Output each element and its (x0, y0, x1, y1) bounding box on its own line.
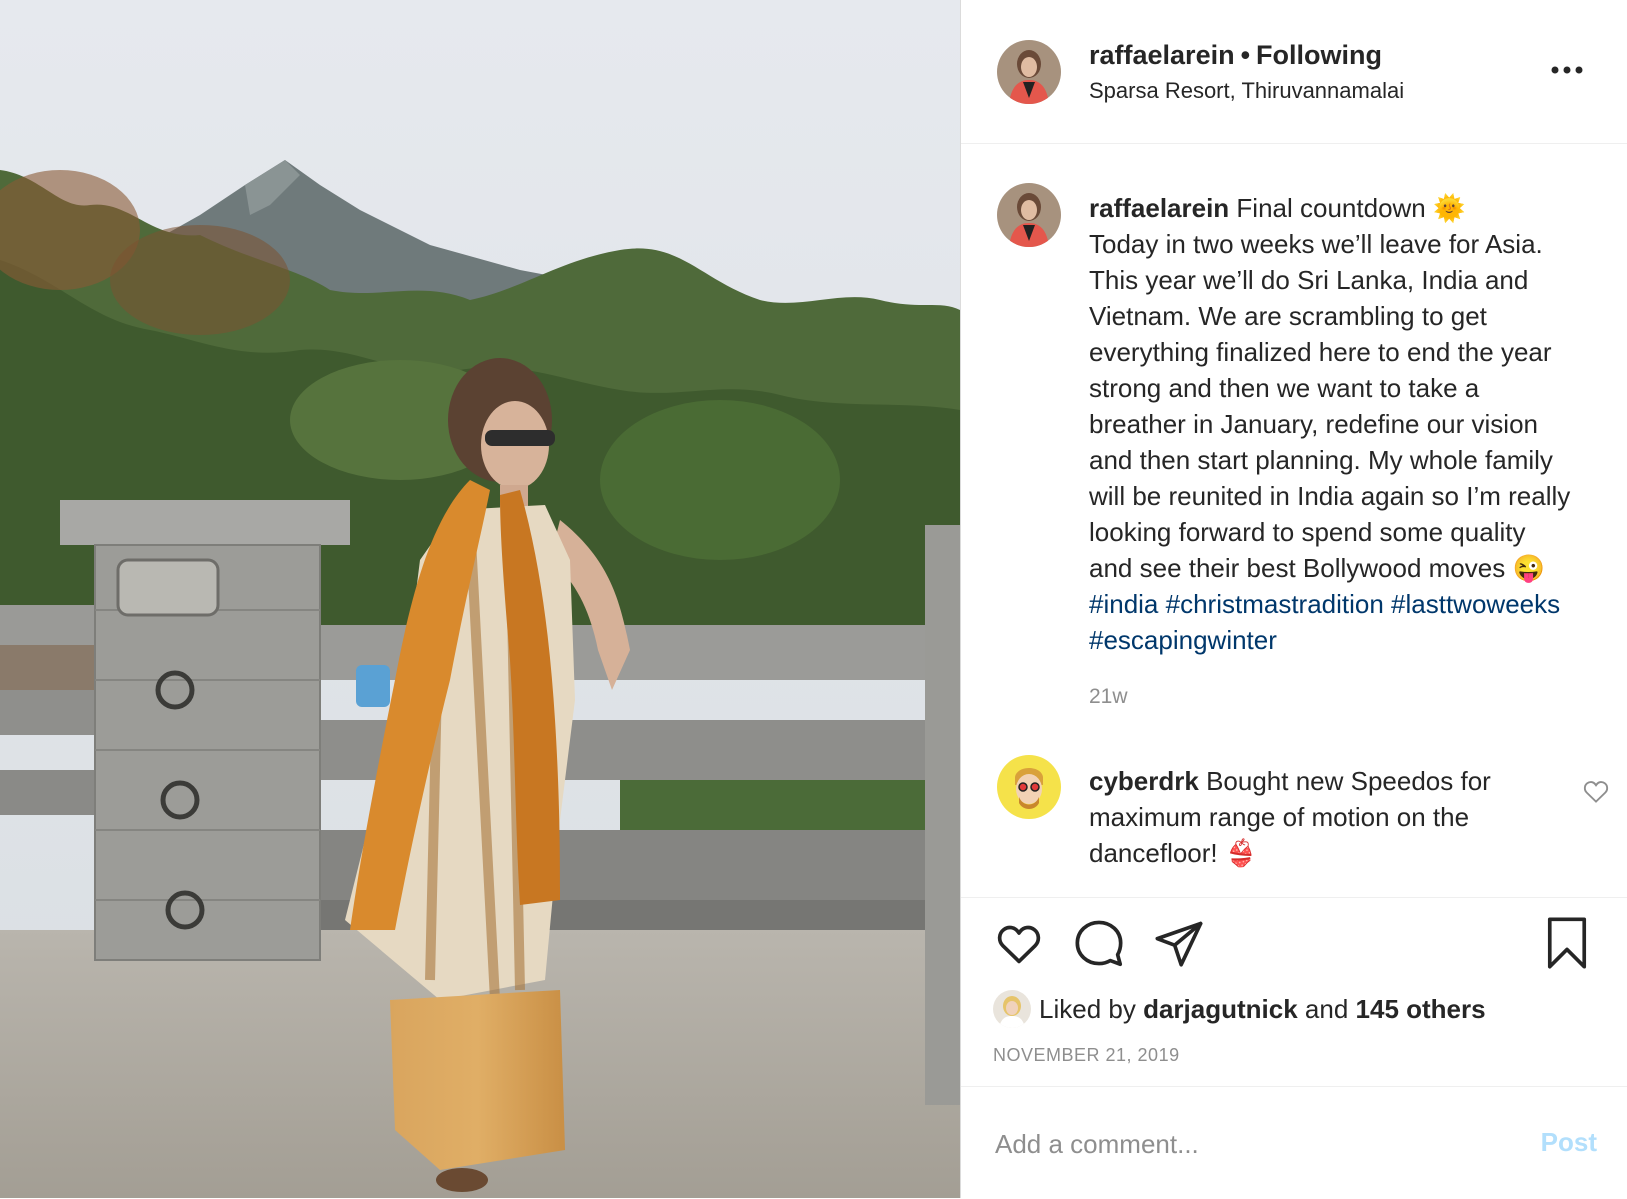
caption-text: Final countdown 🌞 (1236, 193, 1466, 223)
likes-conjunction: and (1304, 993, 1349, 1024)
post-header: raffaelarein • Following Sparsa Resort, Th… (961, 0, 1627, 144)
post-comment-button[interactable]: Post (1541, 1127, 1597, 1158)
comment-username[interactable]: cyberdrk (1089, 766, 1199, 796)
caption-timestamp[interactable]: 21w (1089, 685, 1128, 709)
actions-divider (961, 897, 1627, 898)
post-caption: raffaelarein Final countdown 🌞 Today in … (1089, 190, 1609, 658)
commenter-avatar[interactable] (997, 755, 1061, 819)
share-icon[interactable] (1153, 917, 1205, 969)
add-comment-bar: Post (961, 1086, 1627, 1199)
caption-line-1: raffaelarein Final countdown 🌞 (1089, 190, 1609, 226)
comment-icon[interactable] (1073, 917, 1125, 969)
caption-line: looking forward to spend some quality (1089, 517, 1526, 547)
separator-dot: • (1240, 40, 1251, 70)
caption-line: will be reunited in India again so I’m r… (1089, 481, 1571, 511)
comment-heart-icon[interactable] (1581, 776, 1611, 806)
post-detail-panel: raffaelarein • Following Sparsa Resort, Th… (960, 0, 1627, 1198)
author-username[interactable]: raffaelarein (1089, 40, 1235, 70)
bookmark-icon[interactable] (1541, 915, 1593, 971)
caption-line: strong and then we want to take a (1089, 373, 1480, 403)
author-avatar[interactable] (997, 40, 1061, 104)
post-image (0, 0, 960, 1198)
caption-line: and see their best Bollywood moves 😜 (1089, 553, 1545, 583)
caption-line: Vietnam. We are scrambling to get (1089, 301, 1487, 331)
comment-item: cyberdrk Bought new Speedos for maximum … (1089, 763, 1569, 871)
post-photo[interactable] (0, 0, 960, 1198)
heart-icon[interactable] (993, 917, 1045, 969)
follow-status-button[interactable]: Following (1256, 40, 1382, 70)
caption-line: breather in January, redefine our vision (1089, 409, 1538, 439)
liker-avatar[interactable] (993, 990, 1031, 1028)
caption-line: This year we’ll do Sri Lanka, India and (1089, 265, 1529, 295)
hashtags[interactable]: #escapingwinter (1089, 622, 1609, 658)
caption-username[interactable]: raffaelarein (1089, 193, 1229, 223)
comment-input[interactable] (993, 1117, 1477, 1171)
likes-others-link[interactable]: 145 others (1356, 994, 1486, 1025)
more-horizontal-icon[interactable] (1545, 52, 1589, 88)
caption-line: everything finalized here to end the yea… (1089, 337, 1552, 367)
hashtags[interactable]: #india #christmastradition #lasttwoweeks (1089, 586, 1609, 622)
likes-prefix: Liked by (1039, 993, 1136, 1024)
post-date[interactable]: NOVEMBER 21, 2019 (993, 1045, 1180, 1066)
liker-username[interactable]: darjagutnick (1143, 994, 1298, 1025)
post-location[interactable]: Sparsa Resort, Thiruvannamalai (1089, 78, 1404, 104)
caption-line: and then start planning. My whole family (1089, 445, 1553, 475)
caption-line: Today in two weeks we’ll leave for Asia. (1089, 229, 1543, 259)
caption-author-avatar[interactable] (997, 183, 1061, 247)
likes-summary: Liked by darjagutnick and 145 others (993, 988, 1486, 1030)
